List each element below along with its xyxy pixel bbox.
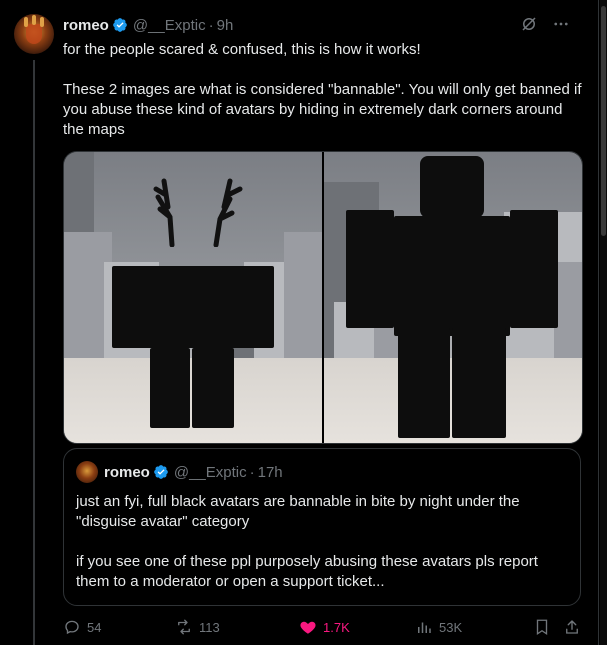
share-icon	[566, 620, 578, 634]
bookmark-button[interactable]	[533, 615, 551, 639]
tweet-time[interactable]: 9h	[217, 17, 234, 34]
antlers-graphic	[153, 178, 243, 247]
quote-author-avatar[interactable]	[76, 461, 98, 483]
quote-text: just an fyi, full black avatars are bann…	[76, 492, 566, 592]
author-handle[interactable]: @__Exptic	[133, 17, 206, 34]
quote-author-name[interactable]: romeo	[104, 464, 150, 481]
grok-icon[interactable]	[520, 15, 538, 33]
separator: ·	[249, 463, 255, 481]
scrollbar[interactable]	[600, 0, 607, 645]
tweet-card[interactable]: romeo @__Exptic · 9h for the people scar…	[0, 0, 599, 645]
quote-text-line1: just an fyi, full black avatars are bann…	[76, 493, 520, 530]
author-name[interactable]: romeo	[63, 17, 109, 34]
separator: ·	[208, 16, 214, 34]
quote-text-line2: if you see one of these ppl purposely ab…	[76, 553, 538, 590]
thread-line	[33, 60, 35, 645]
media-image-left[interactable]	[64, 152, 322, 443]
repost-icon	[178, 619, 190, 635]
verified-badge-icon	[113, 18, 127, 32]
bookmark-icon	[536, 619, 548, 636]
more-icon[interactable]	[552, 15, 570, 33]
reply-icon	[65, 620, 79, 635]
repost-button[interactable]: 113	[175, 615, 220, 639]
quoted-tweet[interactable]: romeo @__Exptic · 17h just an fyi, full …	[63, 448, 581, 606]
media-grid	[63, 151, 583, 444]
repost-count: 113	[199, 619, 220, 635]
like-count: 1.7K	[323, 619, 350, 635]
views-button[interactable]: 53K	[415, 615, 462, 639]
reply-button[interactable]: 54	[63, 615, 101, 639]
views-icon	[418, 622, 431, 633]
tweet-text-line1: for the people scared & confused, this i…	[63, 41, 421, 58]
quote-header: romeo @__Exptic · 17h	[104, 461, 283, 483]
verified-badge-icon	[154, 465, 168, 479]
media-image-right[interactable]	[324, 152, 582, 443]
share-button[interactable]	[563, 615, 581, 639]
tweet-header: romeo @__Exptic · 9h	[63, 14, 233, 36]
like-button[interactable]: 1.7K	[299, 615, 350, 639]
author-avatar[interactable]	[14, 14, 54, 54]
scrollbar-thumb[interactable]	[601, 6, 606, 236]
quote-time[interactable]: 17h	[258, 464, 283, 481]
like-icon	[300, 621, 316, 634]
quote-author-handle[interactable]: @__Exptic	[174, 464, 247, 481]
reply-count: 54	[87, 619, 102, 635]
tweet-text-line2: These 2 images are what is considered "b…	[63, 81, 582, 138]
tweet-text: for the people scared & confused, this i…	[63, 40, 583, 140]
action-bar: 54 113 1.7K 53K	[63, 615, 583, 639]
views-count: 53K	[439, 619, 463, 635]
